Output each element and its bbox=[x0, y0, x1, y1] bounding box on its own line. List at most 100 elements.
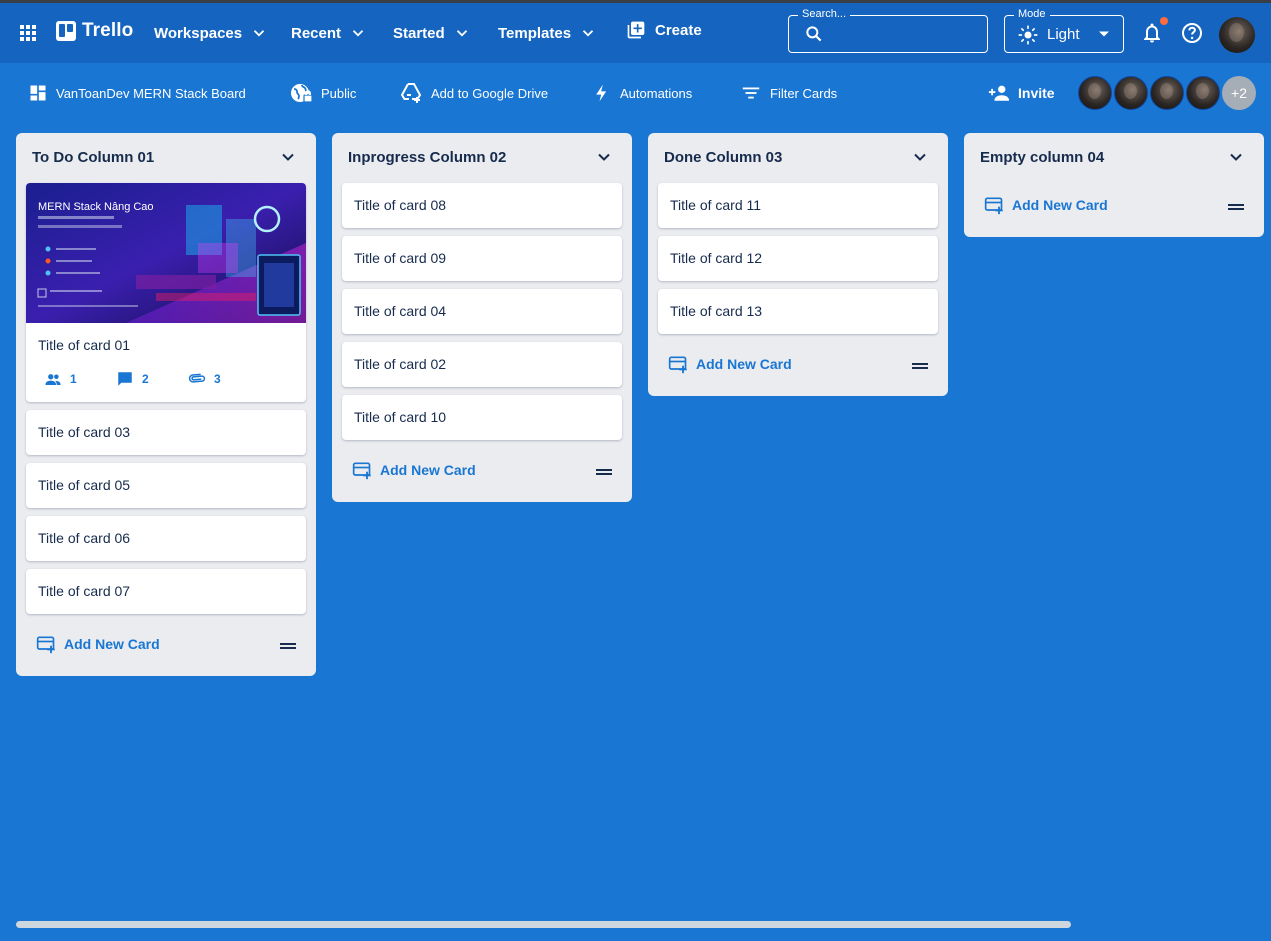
card[interactable]: Title of card 03 bbox=[26, 410, 306, 455]
menu-recent[interactable]: Recent bbox=[291, 20, 367, 46]
search-input[interactable] bbox=[833, 22, 978, 46]
member-avatar[interactable] bbox=[1150, 76, 1184, 110]
notification-dot bbox=[1160, 17, 1168, 25]
menu-workspaces[interactable]: Workspaces bbox=[154, 20, 268, 46]
column-title[interactable]: Done Column 03 bbox=[664, 149, 782, 166]
mode-value: Light bbox=[1047, 26, 1080, 43]
card[interactable]: MERN Stack Nâng Cao Title of card 01 1 2… bbox=[26, 183, 306, 402]
column-header: Done Column 03 bbox=[648, 133, 948, 183]
add-new-card-button[interactable]: Add New Card bbox=[36, 634, 160, 654]
members-count: 1 bbox=[70, 372, 77, 386]
drag-handle-icon[interactable] bbox=[912, 362, 928, 370]
card[interactable]: Title of card 05 bbox=[26, 463, 306, 508]
mode-field-label: Mode bbox=[1014, 7, 1050, 21]
member-avatar[interactable] bbox=[1078, 76, 1112, 110]
card-cover-image: MERN Stack Nâng Cao bbox=[26, 183, 306, 323]
member-avatar[interactable] bbox=[1114, 76, 1148, 110]
invite-label: Invite bbox=[1018, 85, 1055, 101]
mode-select[interactable]: Mode Light bbox=[1004, 7, 1124, 53]
menu-templates-label: Templates bbox=[498, 24, 572, 42]
notifications-bell-icon[interactable] bbox=[1140, 21, 1164, 45]
visibility-chip[interactable]: Public bbox=[287, 81, 358, 105]
expand-more-icon[interactable] bbox=[1226, 147, 1246, 167]
column-title[interactable]: Inprogress Column 02 bbox=[348, 149, 506, 166]
board-column: To Do Column 01 MERN Stack Nâng Cao Titl… bbox=[16, 133, 316, 676]
add-new-card-button[interactable]: Add New Card bbox=[352, 460, 476, 480]
chevron-down-icon bbox=[349, 24, 367, 42]
filter-list-icon bbox=[740, 82, 762, 104]
menu-started-label: Started bbox=[393, 24, 445, 42]
chevron-down-icon bbox=[250, 24, 268, 42]
brand-name: Trello bbox=[82, 20, 134, 41]
attachment-icon bbox=[188, 370, 206, 388]
card[interactable]: Title of card 13 bbox=[658, 289, 938, 334]
card-title: Title of card 06 bbox=[38, 530, 131, 546]
expand-more-icon[interactable] bbox=[910, 147, 930, 167]
help-icon[interactable] bbox=[1180, 21, 1204, 45]
card[interactable]: Title of card 09 bbox=[342, 236, 622, 281]
add-new-card-button[interactable]: Add New Card bbox=[668, 354, 792, 374]
column-footer: Add New Card bbox=[332, 448, 632, 502]
card[interactable]: Title of card 07 bbox=[26, 569, 306, 614]
card[interactable]: Title of card 08 bbox=[342, 183, 622, 228]
card-stats: 1 2 3 bbox=[26, 362, 306, 402]
horizontal-scrollbar[interactable] bbox=[16, 921, 1071, 928]
sun-icon bbox=[1018, 25, 1038, 45]
member-avatar[interactable] bbox=[1186, 76, 1220, 110]
column-header: Inprogress Column 02 bbox=[332, 133, 632, 183]
menu-workspaces-label: Workspaces bbox=[154, 24, 243, 42]
search-icon bbox=[804, 24, 824, 44]
add-new-card-label: Add New Card bbox=[380, 462, 476, 478]
expand-more-icon[interactable] bbox=[278, 147, 298, 167]
card[interactable]: Title of card 12 bbox=[658, 236, 938, 281]
filter-cards-chip[interactable]: Filter Cards bbox=[738, 81, 839, 105]
board-title: VanToanDev MERN Stack Board bbox=[56, 85, 246, 101]
card-title: Title of card 11 bbox=[670, 197, 762, 213]
drag-handle-icon[interactable] bbox=[280, 642, 296, 650]
card-title: Title of card 10 bbox=[354, 409, 447, 425]
add-to-drive-chip[interactable]: Add to Google Drive bbox=[397, 81, 550, 105]
drag-handle-icon[interactable] bbox=[596, 468, 612, 476]
expand-more-icon[interactable] bbox=[594, 147, 614, 167]
card[interactable]: Title of card 02 bbox=[342, 342, 622, 387]
group-icon bbox=[44, 370, 62, 388]
column-footer: Add New Card bbox=[648, 342, 948, 396]
add-new-card-label: Add New Card bbox=[696, 356, 792, 372]
drag-handle-icon[interactable] bbox=[1228, 203, 1244, 211]
card[interactable]: Title of card 04 bbox=[342, 289, 622, 334]
menu-recent-label: Recent bbox=[291, 24, 342, 42]
comments-stat: 2 bbox=[116, 370, 174, 388]
menu-started[interactable]: Started bbox=[393, 20, 471, 46]
chevron-down-icon bbox=[579, 24, 597, 42]
search-field[interactable]: Search... bbox=[788, 7, 988, 53]
card-list: MERN Stack Nâng Cao Title of card 01 1 2… bbox=[16, 183, 316, 614]
chevron-down-icon bbox=[453, 24, 471, 42]
card-title: Title of card 04 bbox=[354, 303, 447, 319]
column-title[interactable]: Empty column 04 bbox=[980, 149, 1104, 166]
brand-logo[interactable]: Trello bbox=[56, 20, 133, 42]
board-title-chip[interactable]: VanToanDev MERN Stack Board bbox=[26, 81, 248, 105]
more-members-badge[interactable]: +2 bbox=[1222, 76, 1256, 110]
person-add-icon bbox=[988, 82, 1010, 104]
automations-chip[interactable]: Automations bbox=[590, 81, 694, 105]
board-column: Inprogress Column 02 Title of card 08 Ti… bbox=[332, 133, 632, 502]
invite-button[interactable]: Invite bbox=[988, 80, 1055, 106]
column-header: To Do Column 01 bbox=[16, 133, 316, 183]
add-new-card-label: Add New Card bbox=[1012, 197, 1108, 213]
user-avatar[interactable] bbox=[1219, 17, 1255, 53]
create-button[interactable]: Create bbox=[626, 20, 702, 40]
apps-grid-icon[interactable] bbox=[16, 21, 40, 45]
add-new-card-button[interactable]: Add New Card bbox=[984, 195, 1108, 215]
card[interactable]: Title of card 11 bbox=[658, 183, 938, 228]
board-bar: VanToanDev MERN Stack Board Public Add t… bbox=[0, 63, 1271, 123]
menu-templates[interactable]: Templates bbox=[498, 20, 597, 46]
column-title[interactable]: To Do Column 01 bbox=[32, 149, 154, 166]
column-header: Empty column 04 bbox=[964, 133, 1264, 183]
card[interactable]: Title of card 10 bbox=[342, 395, 622, 440]
card[interactable]: Title of card 06 bbox=[26, 516, 306, 561]
automations-label: Automations bbox=[620, 85, 693, 101]
card-title: Title of card 08 bbox=[354, 197, 447, 213]
card-title: Title of card 02 bbox=[354, 356, 447, 372]
card-cover-headline: MERN Stack Nâng Cao bbox=[38, 201, 154, 213]
card-list: Title of card 11 Title of card 12 Title … bbox=[648, 183, 948, 334]
